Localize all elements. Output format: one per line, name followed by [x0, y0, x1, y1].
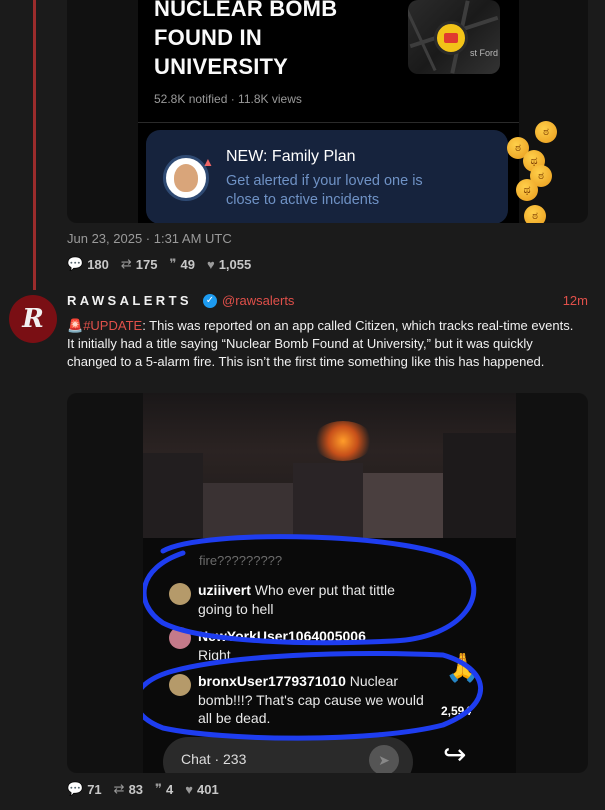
repost-button[interactable]: ⇄ 83: [114, 781, 143, 797]
repost-count: 175: [135, 256, 158, 272]
reply-count: 180: [87, 256, 109, 272]
post-actions: 💬 180 ⇄ 175 ❞ 49 ♥ 1,055: [67, 256, 251, 272]
map-label: st Ford: [469, 48, 498, 58]
family-plan-banner: ▲ NEW: Family Plan Get alerted if your l…: [146, 130, 508, 223]
like-count: 401: [196, 781, 219, 797]
hashtag-link[interactable]: #UPDATE: [83, 318, 142, 333]
angry-emoji-icon: ಠ: [535, 121, 557, 143]
quote-button[interactable]: ❞ 4: [155, 781, 173, 797]
post-video[interactable]: fire????????? uziiivert Who ever put tha…: [67, 393, 588, 773]
author-name[interactable]: RAWSALERTS: [67, 293, 192, 308]
incident-headline: NUCLEAR BOMB FOUND IN UNIVERSITY: [154, 0, 338, 79]
post-time[interactable]: 12m: [563, 293, 588, 308]
map-thumbnail: st Ford: [408, 0, 500, 74]
repost-icon: ⇄: [113, 781, 125, 796]
repost-button[interactable]: ⇄ 175: [121, 256, 158, 272]
quote-count: 4: [166, 781, 174, 797]
reply-icon: 💬: [67, 781, 84, 796]
quote-count: 49: [180, 256, 195, 272]
heart-icon: ♥: [185, 781, 193, 797]
citizen-video: fire????????? uziiivert Who ever put tha…: [143, 393, 516, 773]
post-text: 🚨#UPDATE: This was reported on an app ca…: [67, 317, 582, 372]
reply-icon: 💬: [67, 256, 84, 271]
citizen-screenshot: NUCLEAR BOMB FOUND IN UNIVERSITY 52.8K n…: [138, 0, 557, 223]
quote-icon: ❞: [155, 781, 163, 796]
incident-stats: 52.8K notified · 11.8K views: [154, 92, 302, 106]
divider: [138, 122, 519, 123]
thread-line: [33, 0, 36, 290]
verified-icon: ✓: [203, 294, 217, 308]
bell-icon: ▲: [202, 155, 214, 169]
avatar[interactable]: R: [9, 295, 57, 343]
repost-icon: ⇄: [120, 256, 132, 271]
reply-button[interactable]: 💬 180: [67, 256, 109, 272]
repost-count: 83: [128, 781, 144, 797]
quote-button[interactable]: ❞ 49: [170, 256, 195, 272]
reply-count: 71: [87, 781, 102, 797]
incident-pin-icon: [434, 21, 468, 55]
reply-button[interactable]: 💬 71: [67, 781, 102, 797]
like-button[interactable]: ♥ 401: [185, 781, 218, 797]
post-actions: 💬 71 ⇄ 83 ❞ 4 ♥ 401: [67, 781, 219, 797]
promo-subtitle: Get alerted if your loved one is close t…: [226, 173, 423, 208]
blue-circle-annotations: [143, 534, 483, 741]
like-count: 1,055: [218, 256, 252, 272]
heart-icon: ♥: [206, 256, 215, 272]
like-button[interactable]: ♥ 1,055: [207, 256, 251, 272]
author-handle[interactable]: @rawsalerts: [222, 293, 294, 308]
angry-emoji-icon: ಠ: [524, 205, 546, 223]
post-body: : This was reported on an app called Cit…: [67, 318, 574, 370]
post-timestamp[interactable]: Jun 23, 2025 · 1:31 AM UTC: [67, 231, 232, 246]
crying-emoji-icon: ಥ: [516, 179, 538, 201]
siren-icon: 🚨: [67, 318, 84, 333]
promo-title: NEW: Family Plan: [226, 148, 356, 165]
post-image[interactable]: NUCLEAR BOMB FOUND IN UNIVERSITY 52.8K n…: [67, 0, 588, 223]
quote-icon: ❞: [169, 256, 177, 271]
